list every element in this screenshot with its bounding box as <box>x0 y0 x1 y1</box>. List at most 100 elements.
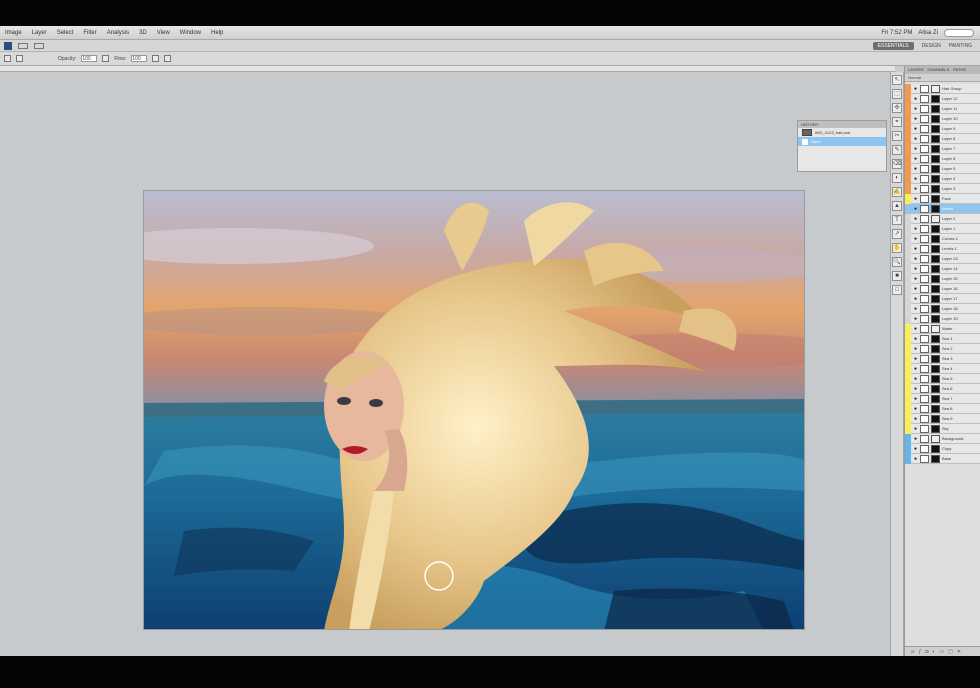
menu-item[interactable]: Filter <box>78 30 101 36</box>
layer-mask-thumbnail[interactable] <box>931 194 940 203</box>
pressure-size-icon[interactable] <box>164 55 172 62</box>
layer-mask-thumbnail[interactable] <box>931 134 940 143</box>
layer-row[interactable]: ● Layer 8 <box>905 133 980 144</box>
layer-row[interactable]: ● Layer 7 <box>905 143 980 154</box>
visibility-eye-icon[interactable]: ● <box>913 406 918 412</box>
visibility-eye-icon[interactable]: ● <box>913 246 918 252</box>
spotlight-search-icon[interactable] <box>944 28 974 37</box>
layer-row[interactable]: ● Hair Group <box>905 83 980 94</box>
mask-icon[interactable]: ◘ <box>925 649 928 655</box>
link-icon[interactable]: ∞ <box>911 649 915 655</box>
tab-layers[interactable]: LAYERS <box>908 66 924 74</box>
layer-mask-thumbnail[interactable] <box>931 314 940 323</box>
tool-button[interactable]: ✎ <box>892 145 902 155</box>
layer-mask-thumbnail[interactable] <box>931 234 940 243</box>
layer-row[interactable]: ● Layer 12 <box>905 93 980 104</box>
layer-mask-thumbnail[interactable] <box>931 294 940 303</box>
visibility-eye-icon[interactable]: ● <box>913 296 918 302</box>
visibility-eye-icon[interactable]: ● <box>913 206 918 212</box>
layer-mask-thumbnail[interactable] <box>931 354 940 363</box>
layer-mask-thumbnail[interactable] <box>931 114 940 123</box>
layer-mask-thumbnail[interactable] <box>931 104 940 113</box>
tool-button[interactable]: ✂ <box>892 131 902 141</box>
adjustment-icon[interactable]: ◐ <box>932 649 935 655</box>
layer-row[interactable]: ● Layer 19 <box>905 313 980 324</box>
tool-button[interactable]: ▲ <box>892 201 902 211</box>
layer-mask-thumbnail[interactable] <box>931 264 940 273</box>
history-snapshot[interactable]: IMG_0123_hair.psd <box>798 128 886 137</box>
visibility-eye-icon[interactable]: ● <box>913 426 918 432</box>
layer-row[interactable]: ● Layer 14 <box>905 263 980 274</box>
visibility-eye-icon[interactable]: ● <box>913 366 918 372</box>
layer-mask-thumbnail[interactable] <box>931 304 940 313</box>
layer-row[interactable]: ● Levels 1 <box>905 243 980 254</box>
tab-channels[interactable]: CHANNELS <box>928 66 950 74</box>
layer-row[interactable]: ● Sea 9 <box>905 413 980 424</box>
tool-button[interactable]: ⬚ <box>892 89 902 99</box>
tool-button[interactable]: ◐ <box>892 173 902 183</box>
menu-item[interactable]: View <box>152 30 175 36</box>
visibility-eye-icon[interactable]: ● <box>913 226 918 232</box>
layer-mask-thumbnail[interactable] <box>931 164 940 173</box>
layer-mask-thumbnail[interactable] <box>931 124 940 133</box>
layer-mask-thumbnail[interactable] <box>931 274 940 283</box>
layer-row[interactable]: ● Sea 6 <box>905 383 980 394</box>
layer-row[interactable]: ● Sea 1 <box>905 333 980 344</box>
visibility-eye-icon[interactable]: ● <box>913 256 918 262</box>
layer-row[interactable]: ● Sea 2 <box>905 343 980 354</box>
visibility-eye-icon[interactable]: ● <box>913 396 918 402</box>
brush-preset-icon[interactable] <box>4 55 11 62</box>
layer-row[interactable]: ● Sea 8 <box>905 403 980 414</box>
menu-item[interactable]: 3D <box>134 30 152 36</box>
visibility-eye-icon[interactable]: ● <box>913 186 918 192</box>
layer-row[interactable]: ● Sky <box>905 423 980 434</box>
visibility-eye-icon[interactable]: ● <box>913 346 918 352</box>
layer-row[interactable]: ● Layer 2 <box>905 213 980 224</box>
visibility-eye-icon[interactable]: ● <box>913 126 918 132</box>
visibility-eye-icon[interactable]: ● <box>913 116 918 122</box>
visibility-eye-icon[interactable]: ● <box>913 446 918 452</box>
layer-row[interactable]: ● Background <box>905 433 980 444</box>
workspace-essentials[interactable]: ESSENTIALS <box>872 41 914 50</box>
visibility-eye-icon[interactable]: ● <box>913 386 918 392</box>
visibility-eye-icon[interactable]: ● <box>913 376 918 382</box>
layer-row[interactable]: ● Copy <box>905 443 980 454</box>
layer-row[interactable]: ● Sea 4 <box>905 363 980 374</box>
layer-mask-thumbnail[interactable] <box>931 224 940 233</box>
layer-mask-thumbnail[interactable] <box>931 144 940 153</box>
workspace-design[interactable]: DESIGN <box>922 43 941 49</box>
menu-item[interactable]: Layer <box>27 30 52 36</box>
visibility-eye-icon[interactable]: ● <box>913 316 918 322</box>
layer-mask-thumbnail[interactable] <box>931 174 940 183</box>
visibility-eye-icon[interactable]: ● <box>913 176 918 182</box>
new-layer-icon[interactable]: ▢ <box>948 649 953 655</box>
layer-row[interactable]: ● Layer 3 <box>905 183 980 194</box>
visibility-eye-icon[interactable]: ● <box>913 96 918 102</box>
layer-mask-thumbnail[interactable] <box>931 444 940 453</box>
visibility-eye-icon[interactable]: ● <box>913 136 918 142</box>
layout-icon[interactable] <box>18 42 28 49</box>
layer-mask-thumbnail[interactable] <box>931 84 940 93</box>
layer-row[interactable]: ● Layer 16 <box>905 283 980 294</box>
layer-mask-thumbnail[interactable] <box>931 184 940 193</box>
layer-mask-thumbnail[interactable] <box>931 284 940 293</box>
layer-mask-thumbnail[interactable] <box>931 374 940 383</box>
visibility-eye-icon[interactable]: ● <box>913 216 918 222</box>
tool-button[interactable]: ✍ <box>892 187 902 197</box>
layer-row[interactable]: ● Layer 6 <box>905 153 980 164</box>
layer-mask-thumbnail[interactable] <box>931 424 940 433</box>
layer-row[interactable]: ● Base <box>905 453 980 464</box>
brush-panel-icon[interactable] <box>16 55 23 62</box>
layer-row[interactable]: ● Model <box>905 203 980 214</box>
tool-button[interactable]: 🔍 <box>892 257 902 267</box>
visibility-eye-icon[interactable]: ● <box>913 336 918 342</box>
layer-mask-thumbnail[interactable] <box>931 214 940 223</box>
tool-button[interactable]: ■ <box>892 271 902 281</box>
layer-row[interactable]: ● Layer 9 <box>905 123 980 134</box>
layer-row[interactable]: ● Layer 13 <box>905 253 980 264</box>
layer-mask-thumbnail[interactable] <box>931 154 940 163</box>
layer-row[interactable]: ● Layer 15 <box>905 273 980 284</box>
layer-row[interactable]: ● Sea 7 <box>905 393 980 404</box>
visibility-eye-icon[interactable]: ● <box>913 416 918 422</box>
layer-row[interactable]: ● Layer 1 <box>905 223 980 234</box>
